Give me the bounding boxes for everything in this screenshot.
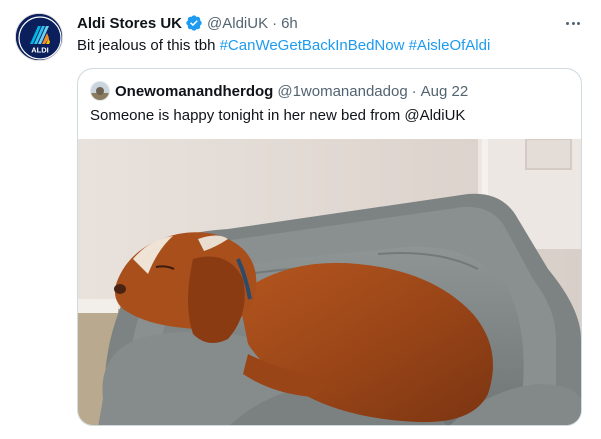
- author-name[interactable]: Aldi Stores UK: [77, 15, 182, 32]
- quoted-tweet-photo[interactable]: [78, 139, 581, 425]
- author-avatar[interactable]: ALDI: [15, 13, 63, 61]
- quoted-author-avatar[interactable]: [90, 81, 110, 101]
- author-handle[interactable]: @AldiUK: [207, 15, 268, 32]
- avatar-label: ALDI: [31, 46, 49, 55]
- quoted-tweet-text: Someone is happy tonight in her new bed …: [90, 107, 466, 124]
- hashtag-link[interactable]: #CanWeGetBackInBedNow: [220, 37, 405, 54]
- verified-badge-icon: [185, 14, 203, 32]
- hashtag-link[interactable]: #AisleOfAldi: [409, 37, 491, 54]
- tweet-header: Aldi Stores UK @AldiUK · 6h: [77, 13, 298, 33]
- tweet-text: Bit jealous of this tbh #CanWeGetBackInB…: [77, 36, 490, 56]
- header-separator: ·: [272, 14, 278, 32]
- quoted-tweet[interactable]: Onewomanandherdog @1womanandadog · Aug 2…: [77, 68, 582, 426]
- quoted-tweet-date[interactable]: Aug 22: [421, 83, 469, 100]
- tweet-timestamp[interactable]: 6h: [281, 15, 298, 32]
- quoted-tweet-header: Onewomanandherdog @1womanandadog · Aug 2…: [90, 81, 468, 101]
- tweet-text-plain: Bit jealous of this tbh: [77, 37, 220, 54]
- more-options-icon[interactable]: [562, 12, 584, 34]
- quoted-header-separator: ·: [411, 82, 417, 100]
- aldi-logo: ALDI: [16, 14, 62, 60]
- quoted-author-name[interactable]: Onewomanandherdog: [115, 83, 273, 100]
- dog-in-bed-image: [78, 139, 581, 425]
- tweet-card[interactable]: ALDI Aldi Stores UK @AldiUK · 6h Bit jea…: [0, 0, 601, 439]
- quoted-author-handle[interactable]: @1womanandadog: [277, 83, 407, 100]
